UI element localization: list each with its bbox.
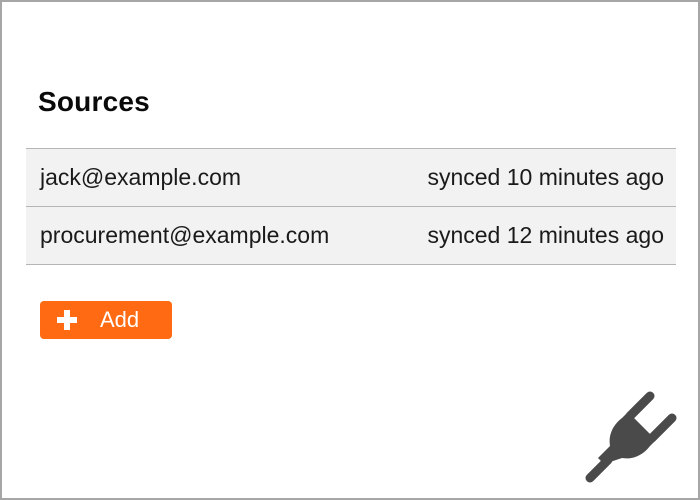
source-row[interactable]: jack@example.com synced 10 minutes ago	[26, 149, 676, 207]
page-title: Sources	[38, 86, 150, 117]
source-email: jack@example.com	[40, 164, 242, 190]
add-button-label: Add	[100, 307, 140, 332]
app-window: Sources jack@example.com synced 10 minut…	[0, 0, 700, 500]
source-sync-status: synced 12 minutes ago	[427, 222, 664, 248]
source-email: procurement@example.com	[40, 222, 330, 248]
plus-icon	[56, 309, 78, 331]
plug-icon	[584, 390, 678, 484]
source-row[interactable]: procurement@example.com synced 12 minute…	[26, 207, 676, 265]
source-sync-status: synced 10 minutes ago	[427, 164, 664, 190]
sources-list: jack@example.com synced 10 minutes ago p…	[26, 148, 676, 265]
add-source-button[interactable]: Add	[40, 301, 172, 339]
